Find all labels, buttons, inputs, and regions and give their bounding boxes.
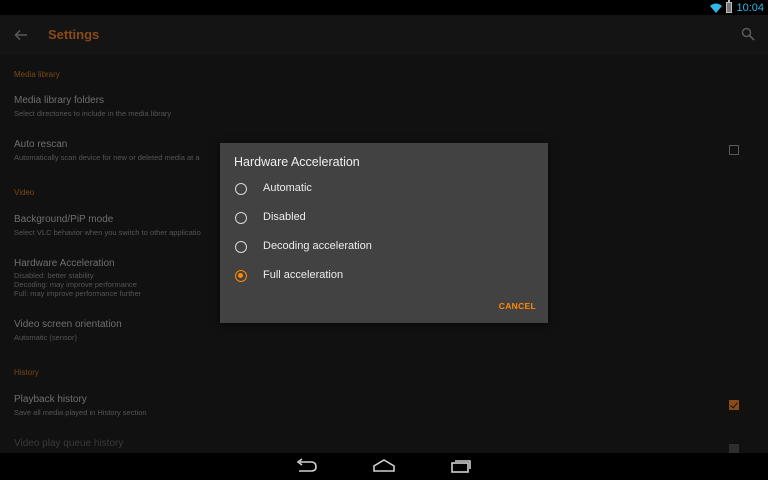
option-decoding-acceleration[interactable]: Decoding acceleration bbox=[220, 234, 548, 262]
wifi-icon bbox=[710, 3, 723, 13]
status-bar: 10:04 bbox=[0, 0, 768, 15]
page-title: Settings bbox=[48, 27, 100, 42]
home-nav-icon[interactable] bbox=[372, 458, 396, 474]
option-disabled[interactable]: Disabled bbox=[220, 205, 548, 233]
radio-button[interactable] bbox=[235, 183, 247, 195]
section-header-history: History bbox=[14, 368, 39, 377]
pref-summary: Select VLC behavior when you switch to o… bbox=[14, 228, 201, 237]
radio-button[interactable] bbox=[235, 241, 247, 253]
pref-summary: Save all media played in History section bbox=[14, 408, 147, 417]
section-header-media-library: Media library bbox=[14, 70, 60, 79]
pref-summary: Disabled: better stability Decoding: may… bbox=[14, 271, 142, 298]
hardware-acceleration-dialog: Hardware Acceleration Automatic Disabled… bbox=[220, 143, 548, 323]
pref-summary: Select directories to include in the med… bbox=[14, 109, 172, 118]
status-time: 10:04 bbox=[736, 1, 764, 14]
pref-title: Video screen orientation bbox=[14, 319, 122, 330]
pref-title: Video play queue history bbox=[14, 438, 124, 449]
pref-title: Auto rescan bbox=[14, 139, 68, 150]
video-queue-history-checkbox[interactable] bbox=[729, 444, 739, 453]
option-label: Automatic bbox=[263, 182, 312, 194]
search-icon[interactable] bbox=[741, 27, 755, 41]
playback-history-checkbox[interactable] bbox=[729, 400, 739, 410]
option-label: Disabled bbox=[263, 211, 306, 223]
app-bar: Settings bbox=[0, 15, 768, 55]
arrow-left-icon[interactable] bbox=[14, 28, 28, 42]
pref-title: Background/PiP mode bbox=[14, 214, 114, 225]
radio-button[interactable] bbox=[235, 212, 247, 224]
pref-title: Hardware Acceleration bbox=[14, 258, 115, 269]
option-label: Full acceleration bbox=[263, 269, 344, 281]
dialog-title: Hardware Acceleration bbox=[234, 155, 360, 169]
option-automatic[interactable]: Automatic bbox=[220, 176, 548, 204]
auto-rescan-checkbox[interactable] bbox=[729, 145, 739, 155]
radio-button-selected[interactable] bbox=[235, 270, 247, 282]
pref-title: Playback history bbox=[14, 394, 87, 405]
option-label: Decoding acceleration bbox=[263, 240, 372, 252]
pref-summary: Automatically scan device for new or del… bbox=[14, 153, 200, 162]
option-full-acceleration[interactable]: Full acceleration bbox=[220, 263, 548, 291]
battery-icon bbox=[726, 0, 733, 13]
pref-title: Media library folders bbox=[14, 95, 105, 106]
navigation-bar bbox=[0, 453, 768, 480]
pref-summary: Automatic (sensor) bbox=[14, 333, 77, 342]
section-header-video: Video bbox=[14, 188, 35, 197]
recents-nav-icon[interactable] bbox=[449, 458, 473, 474]
back-nav-icon[interactable] bbox=[295, 458, 319, 474]
cancel-button[interactable]: CANCEL bbox=[499, 301, 536, 311]
